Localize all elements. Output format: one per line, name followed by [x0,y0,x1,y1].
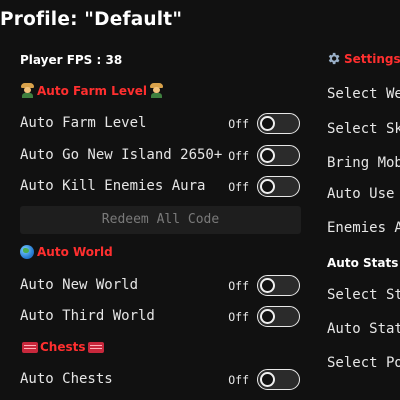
select-skill-dropdown[interactable]: Select Sk [327,121,400,137]
toggle-state: Off [228,279,249,293]
farmer-icon [20,83,35,98]
toggle-label: Auto Chests [20,371,113,387]
chests-header: Chests [20,340,106,354]
toggle-row-auto-chests: Auto Chests Off [20,367,302,391]
toggle-row-auto-farm-level: Auto Farm Level Off [20,111,302,135]
auto-farm-header-label: Auto Farm Level [37,83,148,98]
auto-new-world-toggle[interactable] [257,275,300,296]
toggle-state: Off [228,373,249,387]
player-fps-label: Player FPS : 38 [20,53,123,67]
right-panel: Settings Select We Select Sk Bring Mob A… [318,0,400,400]
farmer-icon [149,83,164,98]
auto-go-new-island-toggle[interactable] [257,145,300,166]
bring-mob-toggle[interactable]: Bring Mob [327,155,400,171]
toggle-knob [260,277,275,293]
auto-third-world-toggle[interactable] [257,306,300,327]
select-weapon-dropdown[interactable]: Select We [327,86,400,102]
auto-stats-toggle[interactable]: Auto Stat [327,321,400,337]
auto-kill-enemies-aura-toggle[interactable] [257,176,300,197]
select-point-dropdown[interactable]: Select Po [327,355,400,371]
auto-stats-header: Auto Stats [327,256,399,270]
toggle-label: Auto Farm Level [20,115,147,131]
toggle-row-auto-go-new-island: Auto Go New Island 2650+ Off [20,143,302,167]
auto-farm-header: Auto Farm Level [20,83,166,98]
auto-farm-level-toggle[interactable] [257,113,300,134]
auto-world-header: Auto World [20,245,113,259]
chest-icon [22,341,38,353]
toggle-state: Off [228,180,249,194]
toggle-label: Auto Third World [20,308,155,324]
left-panel: Player FPS : 38 Auto Farm Level Auto Far… [0,0,312,400]
toggle-state: Off [228,149,249,163]
globe-icon [20,245,34,259]
toggle-knob [260,115,275,131]
toggle-knob [260,371,275,387]
select-stats-dropdown[interactable]: Select St [327,287,400,303]
gear-icon [328,52,340,65]
settings-header: Settings [326,51,400,66]
chest-icon [87,341,104,353]
toggle-knob [260,178,275,194]
toggle-knob [260,308,275,324]
toggle-label: Auto New World [20,277,139,293]
chests-header-label: Chests [40,340,86,354]
auto-chests-toggle[interactable] [257,369,300,390]
auto-world-header-label: Auto World [37,245,113,259]
toggle-label: Auto Go New Island 2650+ [20,147,223,163]
toggle-label: Auto Kill Enemies Aura [20,178,206,194]
toggle-state: Off [228,310,249,324]
toggle-row-auto-third-world: Auto Third World Off [20,304,302,328]
toggle-row-auto-kill-enemies-aura: Auto Kill Enemies Aura Off [20,174,302,198]
settings-header-label: Settings [344,51,400,66]
toggle-state: Off [228,117,249,131]
toggle-knob [260,147,275,163]
auto-use-toggle[interactable]: Auto Use [327,186,394,202]
toggle-row-auto-new-world: Auto New World Off [20,273,302,297]
redeem-all-code-button[interactable]: Redeem All Code [20,206,301,234]
enemies-aura-toggle[interactable]: Enemies A [327,220,400,236]
